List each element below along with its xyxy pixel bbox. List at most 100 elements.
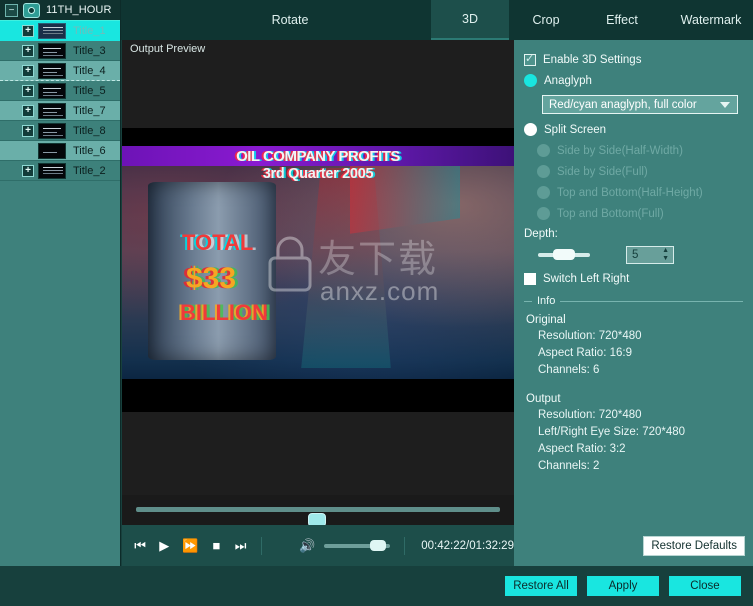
list-item-label: Title_1: [73, 24, 106, 37]
split-option-side-by-side-half: Side by Side(Half-Width): [537, 144, 743, 157]
list-item[interactable]: + Title_5: [0, 81, 120, 101]
tree-root-label: 11TH_HOUR: [46, 4, 112, 16]
anaglyph-mode-value: Red/cyan anaglyph, full color: [549, 98, 697, 111]
seek-slider[interactable]: [136, 507, 500, 527]
video-subheadline-text: 3rd Quarter 2005: [262, 166, 374, 182]
tab-watermark[interactable]: Watermark: [661, 0, 753, 40]
info-output-channels: Channels: 2: [538, 460, 600, 472]
disc-icon: [23, 2, 40, 18]
chevron-down-icon[interactable]: [720, 102, 730, 108]
anaglyph-radio[interactable]: [524, 74, 537, 87]
split-option-radio: [537, 186, 550, 199]
depth-slider-thumb[interactable]: [553, 249, 575, 260]
video-billion-text: BILLION: [180, 300, 268, 325]
depth-label: Depth:: [524, 228, 558, 240]
info-output-head: Output: [526, 393, 561, 405]
video-stage: OIL COMPANY PROFITS 3rd Quarter 2005 TOT…: [122, 128, 514, 412]
skip-previous-icon[interactable]: ⏮: [134, 539, 146, 552]
plus-icon[interactable]: +: [22, 124, 34, 137]
switch-left-right-checkbox[interactable]: [524, 273, 536, 285]
plus-icon[interactable]: +: [22, 24, 34, 37]
title-thumbnail: [38, 82, 66, 99]
output-preview-panel: Output Preview OIL COMPANY PROFITS 3rd Q…: [122, 40, 514, 566]
info-output-resolution: Resolution: 720*480: [538, 409, 642, 421]
tab-3d-label: 3D: [462, 12, 478, 26]
skip-next-icon[interactable]: ⏭: [234, 539, 247, 552]
split-option-label: Side by Side(Full): [557, 165, 648, 178]
edit-tabbar: Rotate 3D Crop Effect Watermark: [121, 0, 753, 40]
restore-all-button[interactable]: Restore All: [505, 576, 577, 596]
title-thumbnail: [38, 142, 66, 159]
depth-slider[interactable]: [538, 249, 590, 260]
info-original-head: Original: [526, 314, 566, 326]
list-item-label: Title_5: [73, 84, 106, 97]
split-screen-radio[interactable]: [524, 123, 537, 136]
depth-stepper[interactable]: 5 ▲ ▼: [626, 246, 674, 264]
volume-slider-thumb[interactable]: [370, 539, 387, 551]
list-item[interactable]: + Title_7: [0, 101, 120, 121]
tree-root-11th-hour[interactable]: − 11TH_HOUR: [0, 0, 120, 21]
preview-title: Output Preview: [130, 43, 206, 55]
tab-3d[interactable]: 3D: [431, 0, 509, 40]
list-item[interactable]: + Title_3: [0, 41, 120, 61]
plus-icon[interactable]: +: [22, 164, 34, 177]
info-output-eye-size: Left/Right Eye Size: 720*480: [538, 426, 686, 438]
seek-bar-area: [122, 495, 514, 527]
split-option-radio: [537, 165, 550, 178]
switch-left-right-row[interactable]: Switch Left Right: [524, 273, 743, 285]
anaglyph-label: Anaglyph: [544, 74, 592, 87]
play-icon[interactable]: ▶: [158, 539, 170, 552]
list-item[interactable]: + Title_4: [0, 61, 120, 81]
stepper-arrows-icon[interactable]: ▲ ▼: [662, 247, 669, 262]
plus-icon[interactable]: +: [22, 64, 34, 77]
fast-forward-icon[interactable]: ⏩: [182, 539, 198, 552]
info-original-resolution: Resolution: 720*480: [538, 330, 642, 342]
split-screen-label: Split Screen: [544, 123, 607, 136]
settings-panel-3d: Enable 3D Settings Anaglyph Red/cyan ana…: [514, 40, 753, 566]
anaglyph-row[interactable]: Anaglyph: [524, 74, 743, 87]
split-option-radio: [537, 207, 550, 220]
plus-icon[interactable]: +: [22, 84, 34, 97]
list-item-label: Title_7: [73, 104, 106, 117]
dialog-buttonbar: Restore All Apply Close: [0, 566, 753, 606]
info-legend: Info: [532, 295, 561, 307]
tab-rotate[interactable]: Rotate: [251, 0, 329, 40]
split-screen-row[interactable]: Split Screen: [524, 123, 743, 136]
video-frame[interactable]: OIL COMPANY PROFITS 3rd Quarter 2005 TOT…: [122, 146, 514, 379]
split-option-side-by-side-full: Side by Side(Full): [537, 165, 743, 178]
plus-icon[interactable]: +: [22, 104, 34, 117]
tab-crop[interactable]: Crop: [507, 0, 585, 40]
tab-effect[interactable]: Effect: [583, 0, 661, 40]
transport-controls: ⏮ ▶ ⏩ ■ ⏭ 🔊 00:42:22/01:32:29: [122, 525, 514, 566]
info-original-aspect: Aspect Ratio: 16:9: [538, 347, 632, 359]
list-item[interactable]: + Title_2: [0, 161, 120, 181]
timecode-display: 00:42:22/01:32:29: [421, 539, 514, 552]
anaglyph-mode-select[interactable]: Red/cyan anaglyph, full color: [542, 95, 738, 114]
restore-defaults-button[interactable]: Restore Defaults: [643, 536, 745, 556]
enable-3d-checkbox[interactable]: [524, 52, 536, 66]
enable-3d-row[interactable]: Enable 3D Settings: [524, 52, 743, 66]
stop-icon[interactable]: ■: [210, 539, 222, 552]
close-button[interactable]: Close: [669, 576, 741, 596]
title-thumbnail: [38, 22, 66, 39]
title-thumbnail: [38, 162, 66, 179]
apply-button[interactable]: Apply: [587, 576, 659, 596]
title-tree-sidebar: − 11TH_HOUR + Title_1 + Title_3 + Title_…: [0, 0, 121, 606]
switch-left-right-label: Switch Left Right: [543, 273, 630, 285]
plus-icon[interactable]: +: [22, 44, 34, 57]
split-option-label: Side by Side(Half-Width): [557, 144, 683, 157]
speaker-icon[interactable]: 🔊: [299, 538, 315, 554]
video-headline-text: OIL COMPANY PROFITS: [236, 148, 400, 165]
enable-3d-label: Enable 3D Settings: [543, 54, 642, 66]
title-thumbnail: [38, 42, 66, 59]
title-thumbnail: [38, 62, 66, 79]
list-item[interactable]: Title_6: [0, 141, 120, 161]
depth-control-row: 5 ▲ ▼: [524, 246, 743, 264]
list-item-label: Title_8: [73, 124, 106, 137]
list-item[interactable]: + Title_8: [0, 121, 120, 141]
title-thumbnail: [38, 122, 66, 139]
list-item-label: Title_4: [73, 64, 106, 77]
volume-slider[interactable]: [323, 539, 391, 551]
minus-icon[interactable]: −: [5, 3, 18, 17]
list-item[interactable]: + Title_1: [0, 21, 120, 41]
